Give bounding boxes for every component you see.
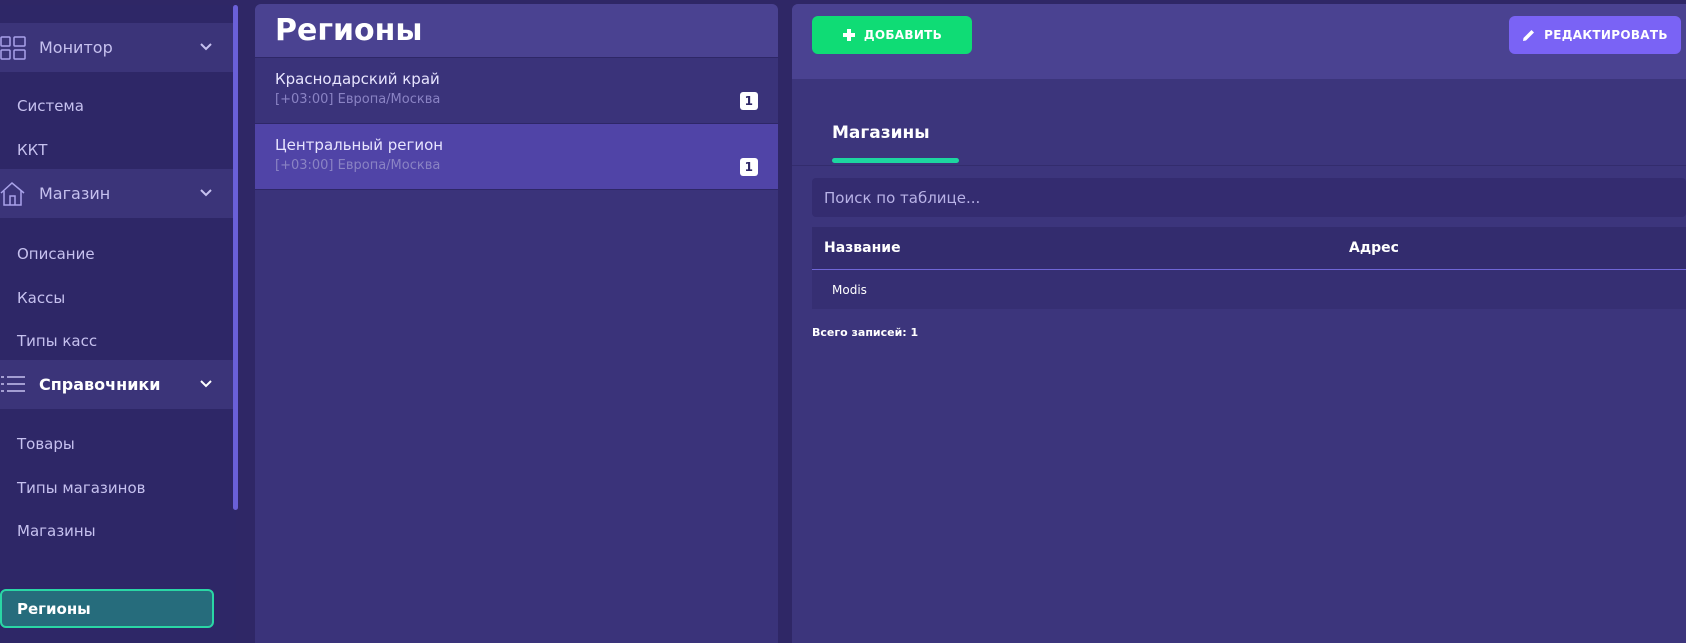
sidebar-item-stores[interactable]: Магазины <box>17 522 96 540</box>
region-timezone: [+03:00] Европа/Москва <box>275 158 441 173</box>
house-icon <box>0 180 28 208</box>
detail-panel: ДОБАВИТЬ РЕДАКТИРОВАТЬ Магазины Название… <box>792 4 1686 643</box>
region-timezone: [+03:00] Европа/Москва <box>275 92 441 107</box>
table-header: Название Адрес <box>812 227 1686 270</box>
active-tab-indicator <box>832 158 959 163</box>
sidebar-section-monitor[interactable]: Монитор <box>0 23 236 72</box>
edit-button-label: РЕДАКТИРОВАТЬ <box>1544 28 1668 42</box>
column-header-name[interactable]: Название <box>824 240 901 256</box>
region-item-selected[interactable]: Центральный регион [+03:00] Европа/Москв… <box>255 124 778 190</box>
sidebar-item-cash-registers[interactable]: Кассы <box>17 289 65 307</box>
sidebar-item-kkt[interactable]: ККТ <box>17 141 47 159</box>
tab-bar: Магазины <box>792 79 1686 166</box>
sidebar-section-label: Магазин <box>39 184 111 203</box>
sidebar: Монитор Система ККТ Магазин Описание Кас… <box>0 5 236 643</box>
chevron-down-icon <box>198 185 214 201</box>
toolbar: ДОБАВИТЬ РЕДАКТИРОВАТЬ <box>792 4 1686 79</box>
sidebar-section-label: Справочники <box>39 375 161 394</box>
chevron-down-icon <box>198 376 214 392</box>
sidebar-item-description[interactable]: Описание <box>17 245 95 263</box>
sidebar-item-system[interactable]: Система <box>17 97 84 115</box>
cell-name: Modis <box>832 282 867 297</box>
sidebar-item-regions[interactable]: Регионы <box>0 589 214 628</box>
page-title: Регионы <box>275 13 423 48</box>
total-records: Всего записей: 1 <box>812 326 919 339</box>
stores-table: Название Адрес Modis <box>812 227 1686 309</box>
count-badge: 1 <box>739 92 758 110</box>
column-header-address[interactable]: Адрес <box>1349 240 1399 256</box>
region-name: Центральный регион <box>275 136 444 154</box>
tab-stores[interactable]: Магазины <box>832 123 930 143</box>
list-icon <box>0 371 28 399</box>
region-name: Краснодарский край <box>275 70 440 88</box>
sidebar-scrollbar[interactable] <box>233 5 238 510</box>
table-row[interactable]: Modis <box>812 270 1686 309</box>
regions-panel: Регионы Краснодарский край [+03:00] Евро… <box>255 4 778 643</box>
chevron-down-icon <box>198 39 214 55</box>
sidebar-item-register-types[interactable]: Типы касс <box>17 332 97 350</box>
plus-icon <box>842 28 856 42</box>
region-item[interactable]: Краснодарский край [+03:00] Европа/Москв… <box>255 58 778 124</box>
dashboard-grid-icon <box>0 34 28 62</box>
pencil-icon <box>1522 28 1536 42</box>
sidebar-section-label: Монитор <box>39 38 113 57</box>
sidebar-item-store-types[interactable]: Типы магазинов <box>17 479 145 497</box>
search-input[interactable] <box>812 178 1686 217</box>
count-badge: 1 <box>739 158 758 176</box>
add-button[interactable]: ДОБАВИТЬ <box>812 16 972 54</box>
edit-button[interactable]: РЕДАКТИРОВАТЬ <box>1509 16 1681 54</box>
sidebar-section-directories[interactable]: Справочники <box>0 360 236 409</box>
add-button-label: ДОБАВИТЬ <box>863 28 943 42</box>
sidebar-item-products[interactable]: Товары <box>17 435 75 453</box>
regions-header: Регионы <box>255 4 778 58</box>
sidebar-section-store[interactable]: Магазин <box>0 169 236 218</box>
